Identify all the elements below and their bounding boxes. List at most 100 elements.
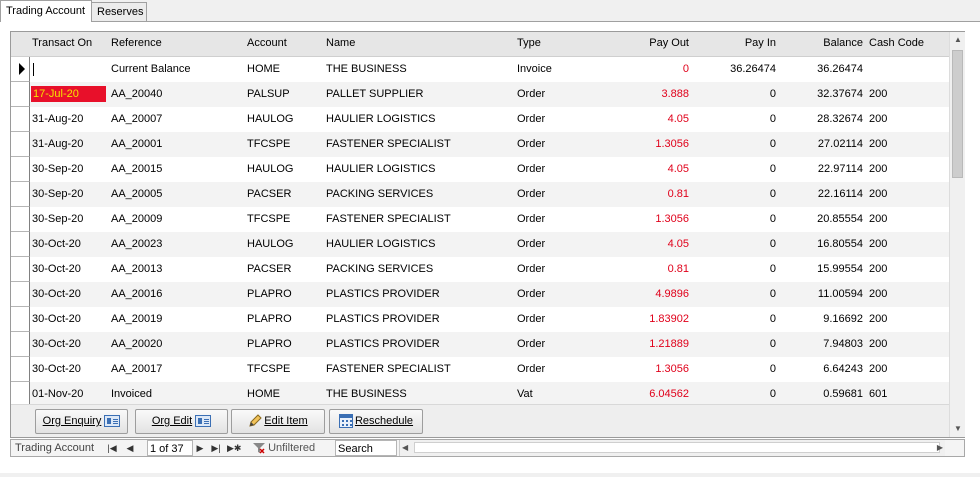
cell-transact-on[interactable]: 30-Oct-20	[32, 307, 110, 332]
tab-trading-account[interactable]: Trading Account	[0, 0, 92, 22]
cell-pay-in[interactable]: 0	[696, 82, 776, 107]
cell-transact-on[interactable]: 31-Aug-20	[32, 107, 110, 132]
cell-type[interactable]: Order	[517, 232, 597, 257]
cell-account[interactable]: PALSUP	[247, 82, 317, 107]
vertical-scrollbar[interactable]: ▲ ▼	[949, 32, 965, 437]
cell-cash-code[interactable]: 200	[869, 132, 939, 157]
column-header-cash-code[interactable]: Cash Code	[869, 37, 939, 49]
cell-pay-out[interactable]: 1.3056	[609, 357, 689, 382]
cell-account[interactable]: TFCSPE	[247, 132, 317, 157]
cell-name[interactable]: FASTENER SPECIALIST	[326, 132, 506, 157]
cell-name[interactable]: FASTENER SPECIALIST	[326, 207, 506, 232]
column-header-pay-in[interactable]: Pay In	[696, 37, 776, 49]
column-header-account[interactable]: Account	[247, 37, 317, 49]
cell-pay-out[interactable]: 1.83902	[609, 307, 689, 332]
cell-type[interactable]: Order	[517, 282, 597, 307]
cell-pay-out[interactable]: 3.888	[609, 82, 689, 107]
row-selector[interactable]	[11, 182, 30, 207]
row-selector[interactable]	[11, 132, 30, 157]
scroll-up-icon[interactable]: ▲	[950, 32, 966, 48]
table-row[interactable]: 30-Oct-20 AA_20019 PLAPRO PLASTICS PROVIDER…	[11, 307, 949, 332]
cell-balance[interactable]: 0.59681	[783, 382, 863, 404]
cell-type[interactable]: Invoice	[517, 57, 597, 82]
row-selector[interactable]	[11, 282, 30, 307]
column-header-pay-out[interactable]: Pay Out	[609, 37, 689, 49]
row-selector[interactable]	[11, 257, 30, 282]
cell-cash-code[interactable]: 200	[869, 257, 939, 282]
filter-status-button[interactable]: Unfiltered	[253, 440, 339, 456]
table-row[interactable]: 30-Oct-20 AA_20016 PLAPRO PLASTICS PROVIDER…	[11, 282, 949, 307]
cell-pay-out[interactable]: 1.21889	[609, 332, 689, 357]
cell-reference[interactable]: AA_20001	[111, 132, 241, 157]
first-record-icon[interactable]: |◀	[105, 440, 119, 456]
cell-balance[interactable]: 16.80554	[783, 232, 863, 257]
tab-reserves[interactable]: Reserves	[91, 2, 147, 22]
cell-type[interactable]: Order	[517, 132, 597, 157]
cell-reference[interactable]: AA_20023	[111, 232, 241, 257]
cell-pay-in[interactable]: 0	[696, 107, 776, 132]
cell-pay-out[interactable]: 4.05	[609, 107, 689, 132]
cell-name[interactable]: PLASTICS PROVIDER	[326, 332, 506, 357]
cell-pay-out[interactable]: 4.05	[609, 157, 689, 182]
cell-cash-code[interactable]: 200	[869, 232, 939, 257]
cell-pay-in[interactable]: 0	[696, 157, 776, 182]
cell-account[interactable]: PACSER	[247, 257, 317, 282]
column-header-type[interactable]: Type	[517, 37, 597, 49]
cell-pay-out[interactable]: 0.81	[609, 257, 689, 282]
cell-cash-code[interactable]: 601	[869, 382, 939, 404]
last-record-icon[interactable]: ▶|	[209, 440, 223, 456]
cell-type[interactable]: Order	[517, 332, 597, 357]
row-selector[interactable]	[11, 307, 30, 332]
column-header-name[interactable]: Name	[326, 37, 476, 49]
table-row[interactable]: Current Balance HOME THE BUSINESS Invoice 0 3…	[11, 57, 949, 82]
cell-transact-on[interactable]: 31-Aug-20	[32, 132, 110, 157]
cell-reference[interactable]: AA_20020	[111, 332, 241, 357]
cell-pay-in[interactable]: 0	[696, 357, 776, 382]
cell-type[interactable]: Order	[517, 182, 597, 207]
cell-pay-out[interactable]: 4.05	[609, 232, 689, 257]
cell-account[interactable]: HAULOG	[247, 232, 317, 257]
cell-balance[interactable]: 27.02114	[783, 132, 863, 157]
table-row[interactable]: 30-Sep-20 AA_20005 PACSER PACKING SERVICES O…	[11, 182, 949, 207]
cell-pay-out[interactable]: 4.9896	[609, 282, 689, 307]
cell-pay-out[interactable]: 1.3056	[609, 132, 689, 157]
cell-cash-code[interactable]: 200	[869, 207, 939, 232]
cell-cash-code[interactable]: 200	[869, 307, 939, 332]
cell-balance[interactable]: 32.37674	[783, 82, 863, 107]
cell-balance[interactable]: 28.32674	[783, 107, 863, 132]
cell-pay-in[interactable]: 0	[696, 207, 776, 232]
row-selector[interactable]	[11, 107, 30, 132]
cell-transact-on[interactable]: 30-Sep-20	[32, 207, 110, 232]
cell-cash-code[interactable]: 200	[869, 332, 939, 357]
cell-reference[interactable]: Current Balance	[111, 57, 241, 82]
cell-reference[interactable]: AA_20005	[111, 182, 241, 207]
cell-cash-code[interactable]: 200	[869, 107, 939, 132]
cell-reference[interactable]: AA_20015	[111, 157, 241, 182]
horizontal-scroll-track[interactable]	[414, 442, 940, 453]
cell-type[interactable]: Order	[517, 357, 597, 382]
previous-record-icon[interactable]: ◀	[123, 440, 137, 456]
cell-name[interactable]: THE BUSINESS	[326, 57, 506, 82]
row-selector[interactable]	[11, 157, 30, 182]
cell-transact-on[interactable]: 30-Oct-20	[32, 357, 110, 382]
row-selector[interactable]	[11, 57, 30, 82]
cell-name[interactable]: PACKING SERVICES	[326, 182, 506, 207]
cell-name[interactable]: PACKING SERVICES	[326, 257, 506, 282]
scroll-thumb[interactable]	[952, 50, 963, 178]
cell-pay-in[interactable]: 0	[696, 257, 776, 282]
table-row[interactable]: 30-Sep-20 AA_20009 TFCSPE FASTENER SPECIALI…	[11, 207, 949, 232]
cell-type[interactable]: Order	[517, 207, 597, 232]
cell-transact-on[interactable]: 30-Oct-20	[32, 332, 110, 357]
row-selector[interactable]	[11, 207, 30, 232]
cell-transact-on[interactable]: 30-Sep-20	[32, 182, 110, 207]
cell-pay-in[interactable]: 0	[696, 332, 776, 357]
cell-account[interactable]: PLAPRO	[247, 282, 317, 307]
next-record-icon[interactable]: ▶	[193, 440, 207, 456]
table-row[interactable]: 30-Oct-20 AA_20023 HAULOG HAULIER LOGISTICS…	[11, 232, 949, 257]
cell-account[interactable]: PACSER	[247, 182, 317, 207]
cell-transact-on[interactable]: 17-Jul-20	[31, 86, 106, 102]
cell-pay-out[interactable]: 0.81	[609, 182, 689, 207]
org-edit-button[interactable]: Org Edit	[135, 409, 228, 434]
row-selector[interactable]	[11, 232, 30, 257]
cell-name[interactable]: HAULIER LOGISTICS	[326, 157, 506, 182]
